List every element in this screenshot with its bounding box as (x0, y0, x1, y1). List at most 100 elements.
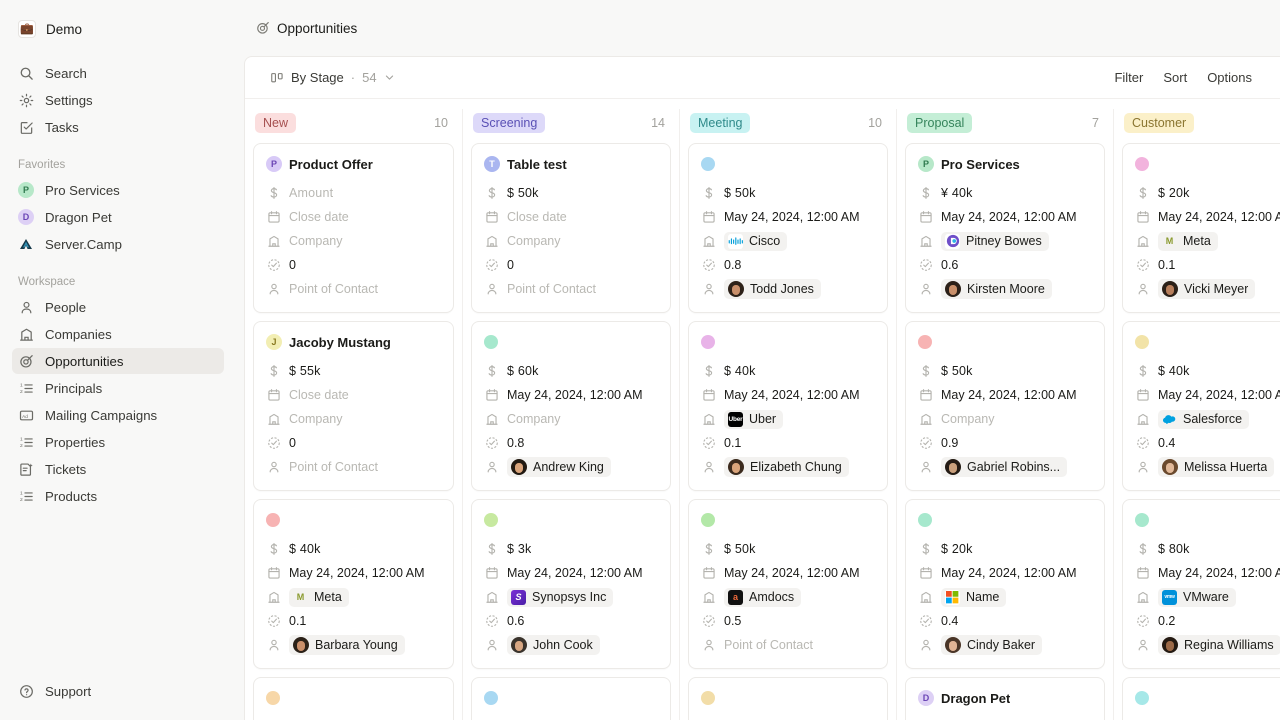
card-field-close-date[interactable]: May 24, 2024, 12:00 AM (484, 383, 658, 407)
card-field-company[interactable]: Company (266, 407, 441, 431)
card-field-probability[interactable]: 0.4 (1135, 431, 1280, 455)
card-field-amount[interactable]: $ 80k (266, 715, 441, 720)
card-field-contact[interactable]: Elizabeth Chung (701, 455, 875, 479)
card-field-probability[interactable]: 0.8 (701, 253, 875, 277)
card-field-company[interactable]: M Meta (1135, 229, 1280, 253)
contact-chip[interactable]: John Cook (507, 635, 600, 655)
column-header[interactable]: Meeting 10 (688, 109, 888, 137)
card-field-amount[interactable]: $ 60k (484, 359, 658, 383)
company-chip[interactable]: Name (941, 587, 1007, 607)
card-field-contact[interactable]: Gabriel Robins... (918, 455, 1092, 479)
card-field-probability[interactable]: 0.2 (1135, 609, 1280, 633)
contact-chip[interactable]: Todd Jones (724, 279, 821, 299)
card-field-close-date[interactable]: May 24, 2024, 12:00 AM (918, 561, 1092, 585)
card-field-close-date[interactable]: May 24, 2024, 12:00 AM (701, 561, 875, 585)
column-header[interactable]: Screening 14 (471, 109, 671, 137)
column-name-badge[interactable]: Customer (1124, 112, 1195, 134)
contact-chip[interactable]: Gabriel Robins... (941, 457, 1068, 477)
column-name-badge[interactable]: Proposal (907, 112, 973, 134)
sidebar-item-server-camp[interactable]: Server.Camp (12, 231, 224, 257)
card-field-company[interactable]: Company (484, 407, 658, 431)
options-button[interactable]: Options (1199, 66, 1260, 89)
opportunity-card[interactable]: $ 60k (471, 677, 671, 720)
card-field-contact[interactable]: Regina Williams (1135, 633, 1280, 657)
opportunity-card[interactable]: $ 3k May 24, 2024, 12:00 AM S Synopsys In… (471, 499, 671, 669)
sort-button[interactable]: Sort (1155, 66, 1195, 89)
opportunity-card[interactable]: $ 50k May 24, 2024, 12:00 AM a Amdocs 0.5 (688, 499, 888, 669)
card-field-close-date[interactable]: May 24, 2024, 12:00 AM (701, 383, 875, 407)
company-chip[interactable]: Uber Uber (724, 409, 784, 429)
opportunity-card[interactable]: $ 50k May 24, 2024, 12:00 AM Cisco 0.8 T… (688, 143, 888, 313)
contact-chip[interactable]: Regina Williams (1158, 635, 1280, 655)
opportunity-card[interactable]: T Table test $ 50k Close date Company 0 … (471, 143, 671, 313)
opportunity-card[interactable]: P Pro Services ¥ 40k May 24, 2024, 12:00… (905, 143, 1105, 313)
card-field-company[interactable]: vmw VMware (1135, 585, 1280, 609)
card-field-company[interactable]: Company (266, 229, 441, 253)
card-field-company[interactable]: a Amdocs (701, 585, 875, 609)
card-field-probability[interactable]: 0.1 (701, 431, 875, 455)
card-field-amount[interactable]: $ 40k (701, 359, 875, 383)
card-field-contact[interactable]: Kirsten Moore (918, 277, 1092, 301)
card-field-amount[interactable]: $ 700k (918, 715, 1092, 720)
column-name-badge[interactable]: Screening (473, 112, 546, 134)
opportunity-card[interactable]: D Dragon Pet $ 700k (905, 677, 1105, 720)
card-field-probability[interactable]: 0.6 (918, 253, 1092, 277)
contact-chip[interactable]: Andrew King (507, 457, 611, 477)
sidebar-item-search[interactable]: Search (12, 60, 224, 86)
opportunity-card[interactable]: $ 80k (253, 677, 454, 720)
opportunity-card[interactable]: J Jacoby Mustang $ 55k Close date Compan… (253, 321, 454, 491)
card-field-contact[interactable]: Point of Contact (266, 277, 441, 301)
filter-button[interactable]: Filter (1106, 66, 1151, 89)
card-field-amount[interactable]: $ 80k (1135, 537, 1280, 561)
sidebar-item-tasks[interactable]: Tasks (12, 114, 224, 140)
card-field-probability[interactable]: 0 (266, 431, 441, 455)
opportunity-card[interactable]: $ 70k (1122, 677, 1280, 720)
card-field-company[interactable]: Salesforce (1135, 407, 1280, 431)
card-field-close-date[interactable]: May 24, 2024, 12:00 AM (484, 561, 658, 585)
view-selector[interactable]: By Stage · 54 (265, 67, 400, 88)
card-field-contact[interactable]: Point of Contact (266, 455, 441, 479)
opportunity-card[interactable]: $ 40k May 24, 2024, 12:00 AM Salesforce (1122, 321, 1280, 491)
card-field-amount[interactable]: $ 55k (266, 359, 441, 383)
card-field-company[interactable]: Uber Uber (701, 407, 875, 431)
contact-chip[interactable]: Elizabeth Chung (724, 457, 849, 477)
opportunity-card[interactable]: $ 40k May 24, 2024, 12:00 AM Uber Uber 0.… (688, 321, 888, 491)
card-field-amount[interactable]: $ 60k (484, 715, 658, 720)
card-field-company[interactable]: Pitney Bowes (918, 229, 1092, 253)
company-chip[interactable]: vmw VMware (1158, 587, 1236, 607)
company-chip[interactable]: Pitney Bowes (941, 231, 1049, 251)
card-field-probability[interactable]: 0 (484, 253, 658, 277)
column-name-badge[interactable]: New (255, 112, 297, 134)
card-field-probability[interactable]: 0.4 (918, 609, 1092, 633)
company-chip[interactable]: Salesforce (1158, 409, 1250, 429)
card-field-probability[interactable]: 0 (266, 253, 441, 277)
card-field-amount[interactable]: $ 50k (918, 359, 1092, 383)
sidebar-item-properties[interactable]: 1 2 Properties (12, 429, 224, 455)
card-field-close-date[interactable]: May 24, 2024, 12:00 AM (701, 205, 875, 229)
sidebar-item-principals[interactable]: 1 2 Principals (12, 375, 224, 401)
sidebar-item-settings[interactable]: Settings (12, 87, 224, 113)
card-field-amount[interactable]: $ 40k (266, 537, 441, 561)
card-field-close-date[interactable]: Close date (484, 205, 658, 229)
card-field-amount[interactable]: $ 50k (484, 181, 658, 205)
card-field-amount[interactable]: $ 20k (1135, 181, 1280, 205)
card-field-contact[interactable]: Point of Contact (484, 277, 658, 301)
sidebar-item-companies[interactable]: Companies (12, 321, 224, 347)
sidebar-item-products[interactable]: 1 2 Products (12, 483, 224, 509)
card-field-amount[interactable]: $ 3k (484, 537, 658, 561)
opportunity-card[interactable]: $ 20k (688, 677, 888, 720)
card-field-amount[interactable]: $ 70k (1135, 715, 1280, 720)
column-name-badge[interactable]: Meeting (690, 112, 751, 134)
card-field-contact[interactable]: Todd Jones (701, 277, 875, 301)
card-field-contact[interactable]: Vicki Meyer (1135, 277, 1280, 301)
opportunity-card[interactable]: $ 40k May 24, 2024, 12:00 AM M Meta 0.1 (253, 499, 454, 669)
card-field-amount[interactable]: $ 50k (701, 537, 875, 561)
sidebar-item-pro-services[interactable]: P Pro Services (12, 177, 224, 203)
card-field-company[interactable]: Name (918, 585, 1092, 609)
opportunity-card[interactable]: $ 50k May 24, 2024, 12:00 AM Company 0.9 (905, 321, 1105, 491)
card-field-company[interactable]: M Meta (266, 585, 441, 609)
card-field-probability[interactable]: 0.6 (484, 609, 658, 633)
card-field-close-date[interactable]: May 24, 2024, 12:00 AM (918, 205, 1092, 229)
card-field-probability[interactable]: 0.9 (918, 431, 1092, 455)
card-field-contact[interactable]: Melissa Huerta (1135, 455, 1280, 479)
